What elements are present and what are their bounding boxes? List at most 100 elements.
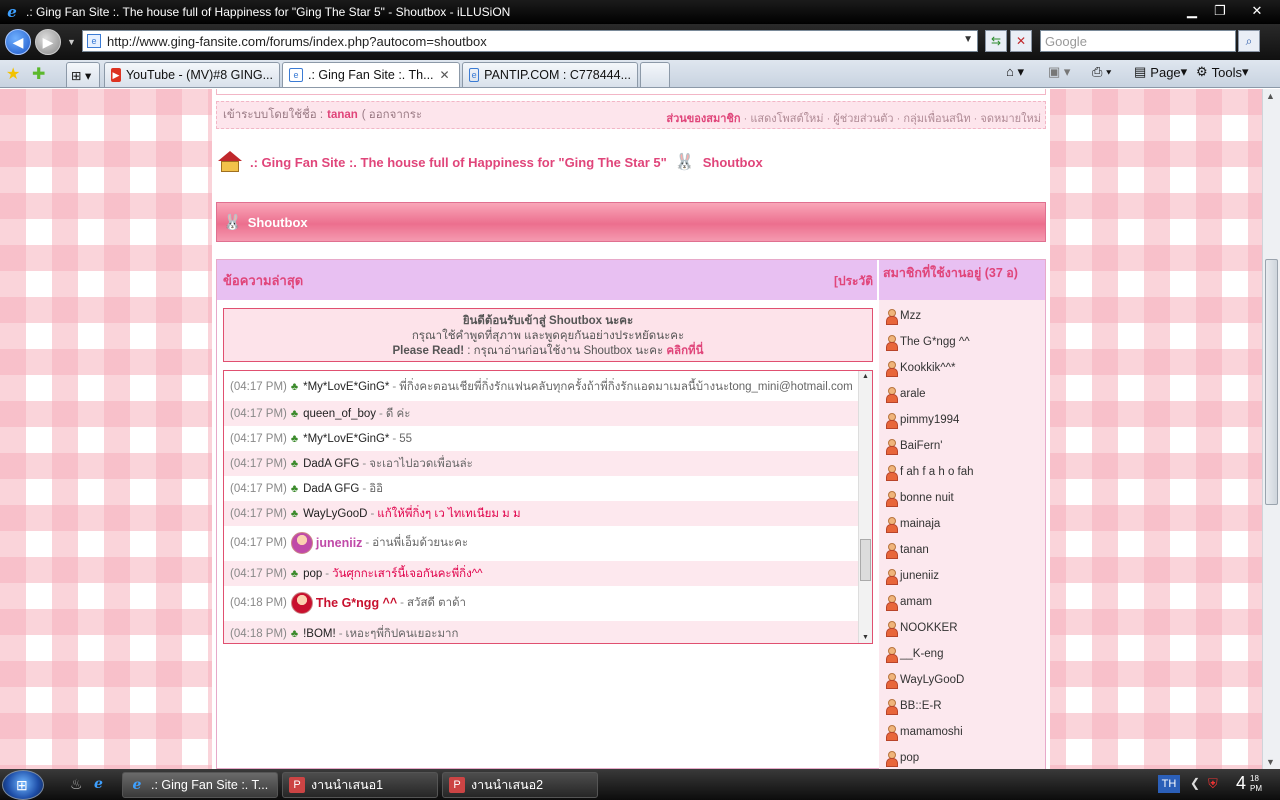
chat-log[interactable]: ▲ ▼ (04:17 PM) ♣ *My*LovE*GinG* - พี่กิ่งคะต… — [223, 370, 873, 644]
member-name[interactable]: juneniiz — [900, 570, 939, 582]
tray-expand-icon[interactable]: ❮ — [1190, 776, 1200, 790]
close-tab-icon[interactable]: ✕ — [440, 68, 450, 82]
member-item[interactable]: arale — [885, 384, 926, 404]
url-dropdown-icon[interactable]: ▼ — [963, 34, 973, 45]
click-here-link[interactable]: คลิกที่นี่ — [666, 345, 703, 357]
powerpoint-icon: P — [449, 777, 465, 793]
member-name[interactable]: pop — [900, 752, 919, 764]
minimize-button[interactable]: ▁ — [1178, 0, 1206, 22]
member-item[interactable]: BB::E-R — [885, 696, 942, 716]
tab-pantip[interactable]: e PANTIP.COM : C778444... — [462, 62, 638, 87]
forward-button[interactable]: ▶ — [35, 29, 61, 55]
member-item[interactable]: pop — [885, 748, 919, 768]
message-user[interactable]: DadA GFG — [303, 458, 359, 470]
message-user[interactable]: !BOM! — [303, 628, 336, 640]
recent-pages-dropdown-icon[interactable]: ▼ — [67, 37, 76, 47]
message-user[interactable]: juneniiz — [316, 536, 363, 550]
start-button[interactable]: ⊞ — [2, 770, 44, 800]
member-name[interactable]: bonne nuit — [900, 492, 954, 504]
member-item[interactable]: mainaja — [885, 514, 940, 534]
scroll-down-icon[interactable]: ▼ — [862, 634, 869, 641]
member-item[interactable]: __K-eng — [885, 644, 943, 664]
message-user[interactable]: WayLyGooD — [303, 508, 367, 520]
member-item[interactable]: tanan — [885, 540, 929, 560]
member-section-link[interactable]: ส่วนของสมาชิก — [666, 113, 740, 125]
language-indicator[interactable]: TH — [1158, 775, 1180, 793]
message-user[interactable]: DadA GFG — [303, 483, 359, 495]
member-name[interactable]: NOOKKER — [900, 622, 958, 634]
add-favorite-icon[interactable]: ✚ — [32, 64, 45, 84]
url-field[interactable]: e http://www.ging-fansite.com/forums/ind… — [82, 30, 978, 52]
member-item[interactable]: The G*ngg ^^ — [885, 332, 970, 352]
page-scroll-thumb[interactable] — [1265, 259, 1278, 505]
refresh-button[interactable]: ⇆ — [985, 30, 1007, 52]
member-name[interactable]: BB::E-R — [900, 700, 942, 712]
member-name[interactable]: tanan — [900, 544, 929, 556]
member-item[interactable]: juneniiz — [885, 566, 939, 586]
member-name[interactable]: WayLyGooD — [900, 674, 964, 686]
quick-tabs-button[interactable]: ⊞ ▾ — [66, 62, 100, 87]
breadcrumb-site-link[interactable]: .: Ging Fan Site :. The house full of Ha… — [250, 155, 667, 170]
message-user[interactable]: pop — [303, 568, 322, 580]
member-item[interactable]: amam — [885, 592, 932, 612]
chat-scrollbar[interactable]: ▲ ▼ — [858, 371, 872, 643]
member-item[interactable]: WayLyGooD — [885, 670, 964, 690]
member-item[interactable]: BaiFern' — [885, 436, 942, 456]
member-item[interactable]: f ah f a h o fah — [885, 462, 974, 482]
scroll-up-icon[interactable]: ▲ — [862, 373, 869, 380]
message-user[interactable]: *My*LovE*GinG* — [303, 381, 389, 393]
tab-youtube[interactable]: ▶ YouTube - (MV)#8 GING... — [104, 62, 280, 87]
scroll-down-icon[interactable]: ▼ — [1266, 757, 1275, 767]
login-username[interactable]: tanan — [327, 109, 358, 121]
member-name[interactable]: BaiFern' — [900, 440, 942, 452]
member-name[interactable]: amam — [900, 596, 932, 608]
member-item[interactable]: Mzz — [885, 306, 921, 326]
member-item[interactable]: bonne nuit — [885, 488, 954, 508]
security-shield-icon[interactable]: ⛨ — [1208, 776, 1218, 792]
member-item[interactable]: Kookkik^^* — [885, 358, 956, 378]
message-user[interactable]: queen_of_boy — [303, 408, 376, 420]
member-name[interactable]: arale — [900, 388, 926, 400]
task-ie[interactable]: e .: Ging Fan Site :. T... — [122, 772, 278, 798]
message-user[interactable]: *My*LovE*GinG* — [303, 433, 389, 445]
member-name[interactable]: __K-eng — [900, 648, 943, 660]
feeds-icon[interactable]: ▣ ▾ — [1048, 64, 1070, 80]
scroll-up-icon[interactable]: ▲ — [1266, 91, 1275, 101]
clock[interactable]: 4 18 PM — [1236, 773, 1262, 794]
stop-button[interactable]: ✕ — [1010, 30, 1032, 52]
member-quick-links[interactable]: · แสดงโพสต์ใหม่ · ผู้ช่วยส่วนตัว · กลุ่ม… — [744, 113, 1041, 125]
member-name[interactable]: mamamoshi — [900, 726, 963, 738]
chat-scroll-thumb[interactable] — [860, 539, 871, 581]
favorites-star-icon[interactable]: ★ — [6, 64, 20, 84]
tools-menu[interactable]: ⚙ Tools ▾ — [1196, 64, 1249, 80]
logout-link[interactable]: ( ออกจากระ — [362, 106, 422, 124]
member-item[interactable]: mamamoshi — [885, 722, 963, 742]
member-name[interactable]: f ah f a h o fah — [900, 466, 974, 478]
member-name[interactable]: The G*ngg ^^ — [900, 336, 970, 348]
quicklaunch-ie-icon[interactable]: e — [94, 776, 103, 792]
tab-ging-fan-site[interactable]: e .: Ging Fan Site :. Th... ✕ — [282, 62, 460, 87]
member-name[interactable]: Mzz — [900, 310, 921, 322]
member-name[interactable]: Kookkik^^* — [900, 362, 956, 374]
member-item[interactable]: pimmy1994 — [885, 410, 959, 430]
maximize-button[interactable]: ❐ — [1206, 0, 1234, 22]
member-item[interactable]: NOOKKER — [885, 618, 958, 638]
task-presentation-2[interactable]: P งานนำเสนอ2 — [442, 772, 598, 798]
print-icon[interactable]: ⎙ ▾ — [1092, 64, 1111, 80]
member-links: ส่วนของสมาชิก · แสดงโพสต์ใหม่ · ผู้ช่วยส… — [666, 109, 1041, 127]
message-user[interactable]: The G*ngg ^^ — [316, 596, 397, 610]
page-scrollbar[interactable]: ▲ ▼ — [1262, 89, 1280, 769]
close-button[interactable]: ✕ — [1234, 0, 1280, 22]
task-presentation-1[interactable]: P งานนำเสนอ1 — [282, 772, 438, 798]
history-link[interactable]: [ประวัติ — [834, 272, 873, 291]
new-tab-button[interactable] — [640, 62, 670, 87]
search-icon[interactable]: ⌕ — [1238, 30, 1260, 52]
search-input[interactable]: Google — [1040, 30, 1236, 52]
quicklaunch-app-icon[interactable]: ♨ — [70, 776, 83, 793]
page-menu[interactable]: ▤ Page ▾ — [1134, 64, 1187, 80]
home-icon[interactable]: ⌂ ▾ — [1006, 64, 1024, 80]
breadcrumb-page[interactable]: Shoutbox — [703, 155, 763, 170]
member-name[interactable]: mainaja — [900, 518, 940, 530]
back-button[interactable]: ◀ — [5, 29, 31, 55]
member-name[interactable]: pimmy1994 — [900, 414, 959, 426]
